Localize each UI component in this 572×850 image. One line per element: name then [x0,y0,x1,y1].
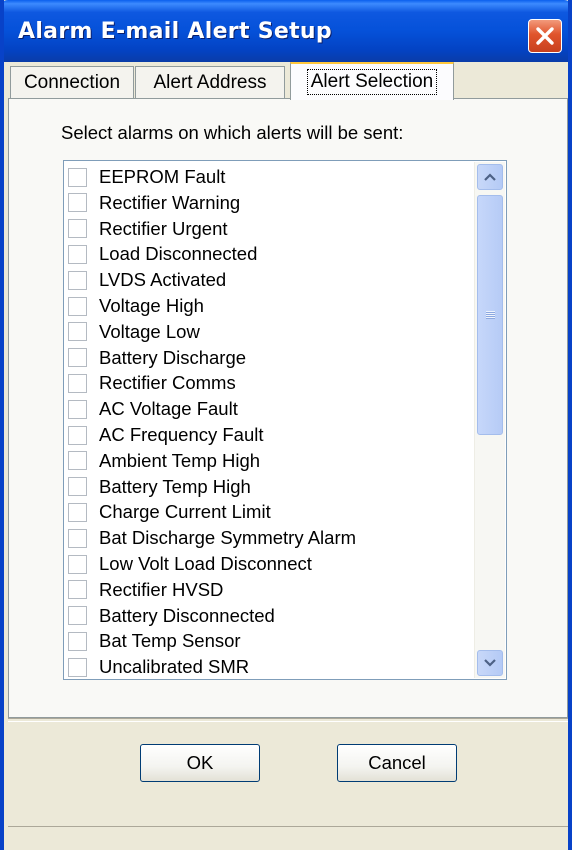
alarm-label: EEPROM Fault [99,166,226,187]
window-title: Alarm E-mail Alert Setup [18,19,332,44]
alarm-label: Bat Temp Sensor [99,630,241,652]
grip-icon [485,311,495,319]
alarm-label: Uncalibrated SMR [99,656,250,678]
alarm-label: Load Disconnected [99,243,258,265]
close-button[interactable] [528,19,562,53]
title-bar[interactable]: Alarm E-mail Alert Setup [4,0,568,62]
instruction-text: Select alarms on which alerts will be se… [61,122,404,143]
alarm-checkbox[interactable] [68,631,87,651]
alarm-label: Rectifier Urgent [99,217,228,239]
alarm-list-item[interactable]: Bat Temp Sensor [68,628,241,654]
alarm-checkbox[interactable] [68,322,87,342]
alarm-label: Rectifier HVSD [99,578,224,600]
alarm-label: Voltage High [99,295,204,316]
alarm-label: Battery Disconnected [99,604,275,626]
alarm-label: Battery Temp High [99,475,251,497]
tab-label: Alert Selection [306,69,438,95]
alarm-label: AC Voltage Fault [99,398,238,420]
alarm-label: AC Frequency Fault [99,424,264,445]
alarm-checkbox[interactable] [68,244,87,264]
alarm-list-item[interactable]: Voltage High [68,293,204,319]
alarm-list-item[interactable]: Battery Temp High [68,474,251,500]
alarm-checkbox[interactable] [68,167,87,187]
alarm-list-item[interactable]: Low Volt Load Disconnect [68,551,312,577]
tab-label: Connection [23,71,121,93]
alarm-label: Battery Discharge [99,346,247,368]
chevron-down-icon [484,659,496,667]
scroll-thumb[interactable] [477,195,503,435]
alarm-list-item[interactable]: LVDS Activated [68,267,226,293]
tab-label: Alert Address [153,71,267,93]
alarm-list-item[interactable]: Rectifier Warning [68,190,240,216]
ok-button[interactable]: OK [140,744,260,782]
alarm-checkbox[interactable] [68,477,87,497]
alarm-checklist[interactable]: EEPROM Fault Rectifier Warning Rectifier U… [63,160,507,680]
vertical-scrollbar[interactable] [474,162,505,678]
alarm-label: Bat Discharge Symmetry Alarm [99,527,357,549]
alarm-list-item[interactable]: Charge Current Limit [68,499,271,525]
dialog-window: Alarm E-mail Alert Setup Connection Aler… [0,0,572,850]
alarm-checkbox[interactable] [68,502,87,522]
alarm-list-item[interactable]: Uncalibrated SMR [68,654,250,679]
alarm-checkbox[interactable] [68,296,87,316]
alarm-list-item[interactable]: Battery Discharge [68,345,246,371]
alarm-checkbox[interactable] [68,580,87,600]
alarm-checkbox[interactable] [68,425,87,445]
divider [8,718,568,722]
alarm-label: Low Volt Load Disconnect [99,553,312,574]
alarm-label: LVDS Activated [99,269,227,291]
alarm-list-item[interactable]: AC Frequency Fault [68,422,264,448]
alarm-checkbox[interactable] [68,219,87,239]
scroll-up-button[interactable] [477,164,503,190]
chevron-up-icon [484,173,496,181]
alarm-list-item[interactable]: Load Disconnected [68,241,257,267]
alarm-list-item[interactable]: Bat Discharge Symmetry Alarm [68,525,356,551]
status-bar [8,826,568,850]
alarm-checkbox[interactable] [68,528,87,548]
tab-alert-selection[interactable]: Alert Selection [290,62,454,100]
alarm-list-item[interactable]: AC Voltage Fault [68,396,238,422]
alarm-label: Charge Current Limit [99,501,271,523]
alarm-list-item[interactable]: Voltage Low [68,319,200,345]
alarm-checkbox[interactable] [68,451,87,471]
alarm-list-item[interactable]: EEPROM Fault [68,164,225,190]
alarm-checkbox[interactable] [68,657,87,677]
alarm-checkbox[interactable] [68,373,87,393]
alarm-checkbox[interactable] [68,554,87,574]
alarm-checkbox[interactable] [68,270,87,290]
alarm-checkbox[interactable] [68,606,87,626]
close-x-icon [536,27,554,45]
alarm-checkbox[interactable] [68,348,87,368]
alarm-list-item[interactable]: Rectifier HVSD [68,577,223,603]
tab-connection[interactable]: Connection [10,66,134,98]
alarm-list-item[interactable]: Rectifier Urgent [68,216,228,242]
scroll-down-button[interactable] [477,650,503,676]
alarm-list-item[interactable]: Battery Disconnected [68,603,275,629]
alarm-checkbox[interactable] [68,193,87,213]
tab-alert-address[interactable]: Alert Address [135,66,285,98]
alarm-label: Ambient Temp High [99,449,261,471]
alarm-label: Rectifier Warning [99,191,241,213]
alarm-list-item[interactable]: Rectifier Comms [68,370,236,396]
alarm-checkbox[interactable] [68,399,87,419]
cancel-button[interactable]: Cancel [337,744,457,782]
alarm-label: Voltage Low [99,320,200,342]
alarm-label: Rectifier Comms [99,372,236,394]
alarm-list-item[interactable]: Ambient Temp High [68,448,260,474]
